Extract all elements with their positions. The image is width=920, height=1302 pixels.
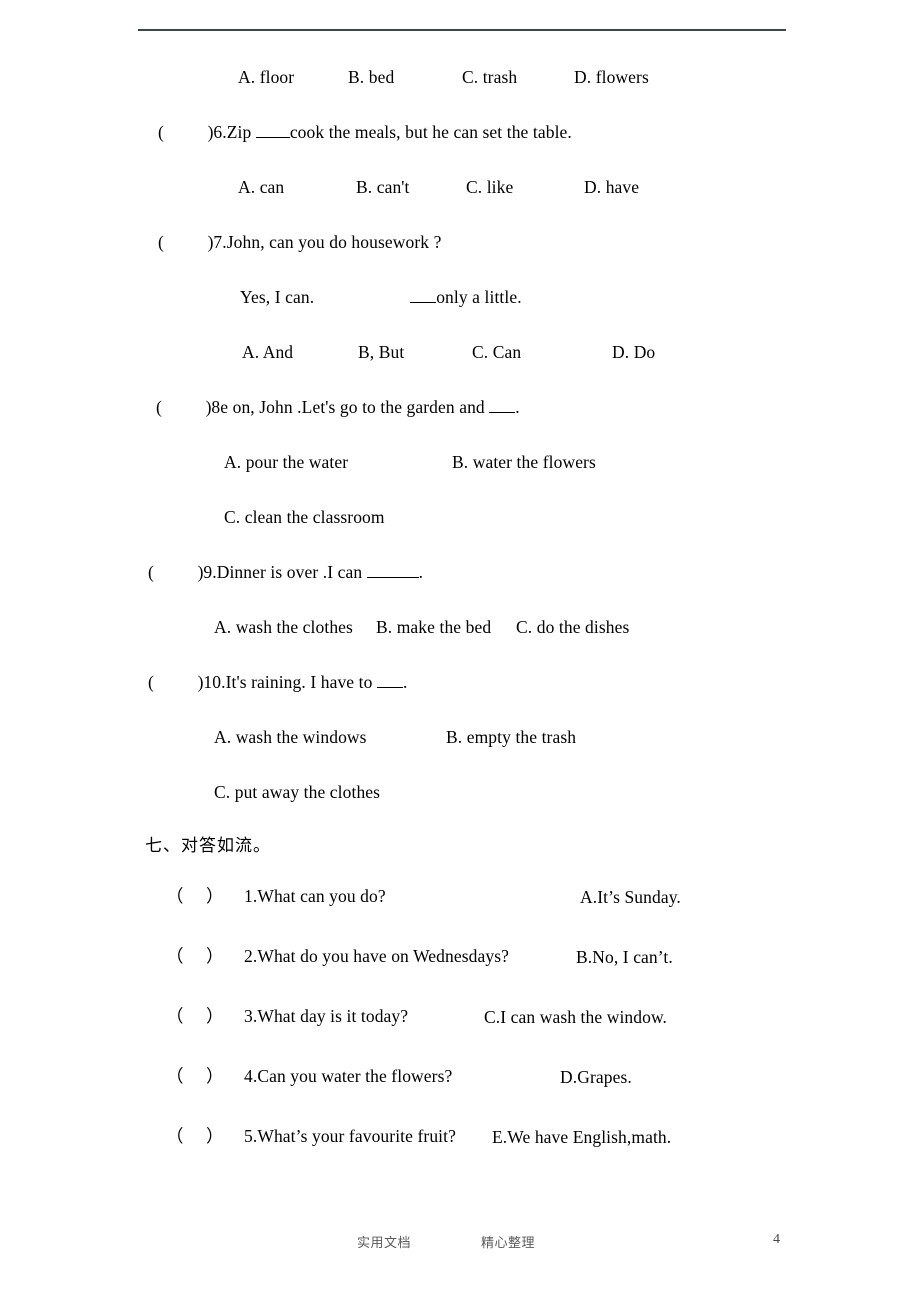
question-8-stem: ( )8e on, John .Let's go to the garden a…	[156, 397, 520, 417]
match-item-2-parens[interactable]: （ ）	[166, 946, 224, 966]
match-item-1-prompt: 1.What can you do?	[244, 886, 386, 906]
q7-option-b: B, But	[358, 342, 405, 362]
match-answer-a: A.It’s Sunday.	[580, 887, 681, 907]
q5-option-c: C. trash	[462, 67, 518, 87]
q9-answer-parens[interactable]: ( )	[148, 562, 203, 582]
q9-option-c: C. do the dishes	[516, 617, 630, 637]
match-item-3-prompt: 3.What day is it today?	[244, 1006, 409, 1026]
question-6-stem: ( )6.Zip cook the meals, but he can set …	[158, 122, 572, 142]
q9-option-a: A. wash the clothes	[214, 617, 353, 637]
q7-stem-before: 7.John, can you do housework ?	[213, 232, 442, 252]
q9-stem-after: .	[418, 562, 424, 582]
q9-option-b: B. make the bed	[376, 617, 492, 637]
section-seven-heading: 七、对答如流。	[145, 836, 271, 856]
q9-blank	[366, 577, 419, 578]
q6-stem-after: cook the meals, but he can set the table…	[289, 122, 572, 142]
q7-answer-before: Yes, I can.	[240, 287, 315, 307]
footer-page-number: 4	[773, 1232, 780, 1247]
match-item-4-parens[interactable]: （ ）	[166, 1066, 224, 1086]
match-answer-c: C.I can wash the window.	[484, 1007, 668, 1027]
match-item-1-parens[interactable]: （ ）	[166, 886, 224, 906]
q5-option-a: A. floor	[238, 67, 295, 87]
q6-answer-parens[interactable]: ( )	[158, 122, 213, 142]
footer-right-label: 精心整理	[481, 1236, 536, 1251]
match-item-5-prompt: 5.What’s your favourite fruit?	[244, 1126, 456, 1146]
q8-blank	[489, 412, 516, 413]
q7-option-c: C. Can	[472, 342, 522, 362]
header-horizontal-rule	[138, 29, 786, 31]
q6-option-d: D. have	[584, 177, 640, 197]
q10-stem-after: .	[402, 672, 408, 692]
q8-option-a: A. pour the water	[224, 452, 349, 472]
q5-option-b: B. bed	[348, 67, 395, 87]
q7-answer-blank	[410, 302, 437, 303]
q10-option-b: B. empty the trash	[446, 727, 577, 747]
q7-option-d: D. Do	[612, 342, 656, 362]
q6-option-c: C. like	[466, 177, 514, 197]
match-item-2-prompt: 2.What do you have on Wednesdays?	[244, 946, 509, 966]
q10-stem-before: 10.It's raining. I have to	[203, 672, 377, 692]
q6-option-b: B. can't	[356, 177, 410, 197]
match-item-5-parens[interactable]: （ ）	[166, 1126, 224, 1146]
q9-stem-before: 9.Dinner is over .I can	[203, 562, 367, 582]
q7-answer-parens[interactable]: ( )	[158, 232, 213, 252]
question-7-stem: ( )7.John, can you do housework ?	[158, 232, 442, 252]
q6-stem-before: 6.Zip	[213, 122, 256, 142]
q8-stem-before: 8e on, John .Let's go to the garden and	[211, 397, 490, 417]
q8-answer-parens[interactable]: ( )	[156, 397, 211, 417]
match-answer-e: E.We have English,math.	[492, 1127, 672, 1147]
q7-answer-after: only a little.	[436, 287, 522, 307]
q7-option-a: A. And	[242, 342, 294, 362]
footer-left-label: 实用文档	[357, 1236, 412, 1251]
q10-option-a: A. wash the windows	[214, 727, 367, 747]
q6-blank	[255, 137, 290, 138]
q8-stem-after: .	[515, 397, 520, 417]
question-10-stem: ( )10.It's raining. I have to .	[148, 672, 408, 692]
q8-option-c: C. clean the classroom	[224, 507, 385, 527]
question-9-stem: ( )9.Dinner is over .I can .	[148, 562, 424, 582]
match-answer-b: B.No, I can’t.	[576, 947, 673, 967]
q5-option-d: D. flowers	[574, 67, 649, 87]
q10-option-c: C. put away the clothes	[214, 782, 381, 802]
q7-answer-line: Yes, I can. only a little.	[240, 287, 522, 307]
q10-blank	[376, 687, 403, 688]
match-item-4-prompt: 4.Can you water the flowers?	[244, 1066, 453, 1086]
document-page: A. floor B. bed C. trash D. flowers ( )6…	[0, 0, 920, 1302]
q10-answer-parens[interactable]: ( )	[148, 672, 203, 692]
match-answer-d: D.Grapes.	[560, 1067, 632, 1087]
match-item-3-parens[interactable]: （ ）	[166, 1006, 224, 1026]
q8-option-b: B. water the flowers	[452, 452, 596, 472]
q6-option-a: A. can	[238, 177, 285, 197]
